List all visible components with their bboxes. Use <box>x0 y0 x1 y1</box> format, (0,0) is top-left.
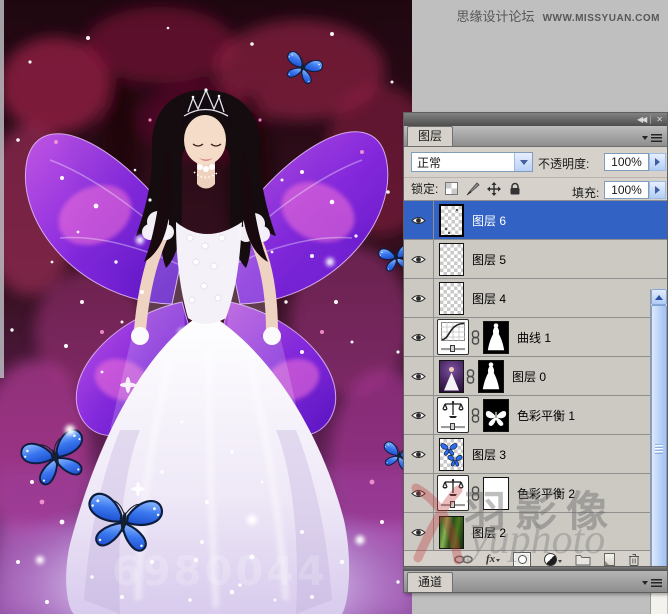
panel-tab-bar: 图层 <box>404 126 667 147</box>
link-mask-icon <box>466 368 475 384</box>
layer-mask-thumbnail[interactable] <box>483 476 509 510</box>
layer-name: 色彩平衡 1 <box>517 408 576 423</box>
layer-row[interactable]: 图层 4 <box>404 279 667 318</box>
layer-mask-thumbnail[interactable] <box>483 398 509 432</box>
fill-arrow-button[interactable] <box>649 181 666 199</box>
panel-title-bar: ◀◀ ✕ <box>404 113 667 126</box>
scrollbar-thumb[interactable] <box>651 305 667 593</box>
scroll-up-button[interactable] <box>651 289 667 305</box>
fill-label: 填充: <box>572 186 600 200</box>
close-panel-icon[interactable]: ✕ <box>656 113 663 126</box>
visibility-toggle[interactable] <box>404 279 434 317</box>
layer-thumbnail[interactable] <box>439 203 464 237</box>
layer-row[interactable]: 图层 3 <box>404 435 667 474</box>
curves-adjustment-thumbnail[interactable] <box>437 319 469 355</box>
visibility-toggle[interactable] <box>404 318 434 356</box>
collapse-panel-icon[interactable]: ◀◀ <box>637 113 647 126</box>
delete-layer-button[interactable] <box>628 553 640 566</box>
panel-menu-icon[interactable] <box>642 132 662 143</box>
chevron-down-icon[interactable] <box>514 153 532 171</box>
site-credit: 思缘设计论坛 WWW.MISSYUAN.COM <box>457 6 660 25</box>
new-layer-button[interactable] <box>604 553 616 566</box>
visibility-toggle[interactable] <box>404 201 434 239</box>
layer-list: 图层 6 图层 5 图层 4 曲线 1 图层 0 色彩平衡 1 图层 3 色彩平… <box>404 201 667 614</box>
link-mask-icon <box>471 485 480 501</box>
lock-position-move-icon[interactable] <box>486 181 501 196</box>
layer-thumbnail[interactable] <box>439 437 464 471</box>
lock-pixels-brush-icon[interactable] <box>465 181 480 196</box>
opacity-input[interactable]: 100% <box>604 153 649 171</box>
divider <box>650 115 652 124</box>
lock-transparency-icon[interactable] <box>444 181 459 196</box>
lock-label: 锁定: <box>411 182 439 196</box>
visibility-toggle[interactable] <box>404 435 434 473</box>
layer-mask-thumbnail[interactable] <box>478 359 504 393</box>
opacity-arrow-button[interactable] <box>649 153 666 171</box>
layer-name: 图层 6 <box>472 213 507 228</box>
photoshop-workspace: 6980044 思缘设计论坛 WWW.MISSYUAN.COM ◀◀ ✕ 图层 … <box>0 0 668 614</box>
layer-controls: 正常 不透明度: 100% 锁定: 填充: 100% <box>404 147 667 201</box>
layer-row[interactable]: 图层 0 <box>404 357 667 396</box>
site-url: WWW.MISSYUAN.COM <box>542 13 660 24</box>
layer-thumbnail[interactable] <box>439 515 464 549</box>
layer-style-button[interactable]: fx <box>486 554 501 565</box>
visibility-toggle[interactable] <box>404 240 434 278</box>
layer-name: 图层 3 <box>472 447 507 462</box>
tab-layers[interactable]: 图层 <box>407 126 454 146</box>
layer-row[interactable]: 曲线 1 <box>404 318 667 357</box>
new-adjustment-layer-button[interactable] <box>544 553 563 566</box>
blend-mode-select[interactable]: 正常 <box>411 152 533 172</box>
layer-row[interactable]: 图层 6 <box>404 201 667 240</box>
document-canvas[interactable] <box>0 0 412 614</box>
layer-row[interactable]: 图层 2 <box>404 513 667 552</box>
color-balance-adjustment-thumbnail[interactable] <box>437 397 469 433</box>
visibility-toggle[interactable] <box>404 513 434 551</box>
photo-watermark-number: 6980044 <box>112 549 328 595</box>
link-layers-button[interactable] <box>454 555 473 564</box>
layer-thumbnail[interactable] <box>439 359 464 393</box>
link-mask-icon <box>471 407 480 423</box>
layer-mask-thumbnail[interactable] <box>483 320 509 354</box>
window-edge <box>0 0 4 378</box>
layer-name: 曲线 1 <box>517 330 552 345</box>
layer-name: 色彩平衡 2 <box>517 486 576 501</box>
layer-thumbnail[interactable] <box>439 242 464 276</box>
link-mask-icon <box>471 329 480 345</box>
layer-name: 图层 5 <box>472 252 507 267</box>
visibility-toggle[interactable] <box>404 396 434 434</box>
fill-input[interactable]: 100% <box>604 181 649 199</box>
lock-row: 锁定: <box>411 180 522 197</box>
layer-name: 图层 2 <box>472 525 507 540</box>
opacity-label: 不透明度: <box>538 157 590 171</box>
blend-mode-value: 正常 <box>417 155 442 170</box>
panel-tab-bar: 通道 <box>404 571 667 592</box>
layer-name: 图层 0 <box>512 369 547 384</box>
panel-menu-icon[interactable] <box>642 577 662 588</box>
new-group-button[interactable] <box>575 554 591 566</box>
add-layer-mask-button[interactable] <box>513 552 532 567</box>
layer-name: 图层 4 <box>472 291 507 306</box>
tab-channels[interactable]: 通道 <box>407 572 454 592</box>
layer-row[interactable]: 色彩平衡 2 <box>404 474 667 513</box>
visibility-toggle[interactable] <box>404 357 434 395</box>
color-balance-adjustment-thumbnail[interactable] <box>437 475 469 511</box>
channels-panel: 通道 <box>403 566 668 593</box>
layer-row[interactable]: 图层 5 <box>404 240 667 279</box>
layers-panel: ◀◀ ✕ 图层 正常 不透明度: 100% 锁定: 填充: 100% 图层 6 … <box>403 112 668 614</box>
site-name: 思缘设计论坛 <box>456 9 535 24</box>
layer-thumbnail[interactable] <box>439 281 464 315</box>
lock-all-padlock-icon[interactable] <box>507 181 522 196</box>
visibility-toggle[interactable] <box>404 474 434 512</box>
layer-row[interactable]: 色彩平衡 1 <box>404 396 667 435</box>
